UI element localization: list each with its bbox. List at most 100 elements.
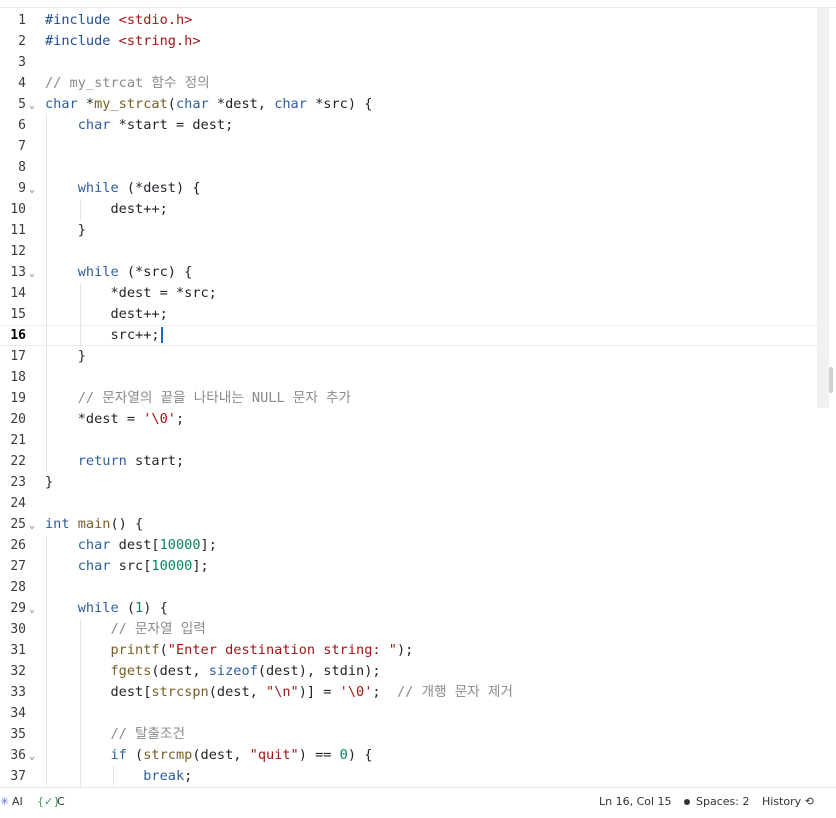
line-number[interactable]: 31 [0,640,26,661]
code-text[interactable]: } [45,220,86,241]
fold-chevron-icon[interactable]: ⌄ [29,95,35,116]
code-text[interactable]: } [45,472,53,493]
code-line[interactable]: 31 printf("Enter destination string: "); [0,640,818,661]
line-number[interactable]: 27 [0,556,26,577]
code-line[interactable]: 17 } [0,346,818,367]
line-number[interactable]: 9 [0,178,26,199]
line-number[interactable]: 17 [0,346,26,367]
code-line[interactable]: 18 [0,367,818,388]
line-number[interactable]: 6 [0,115,26,136]
code-line[interactable]: 1 #include <stdio.h> [0,10,818,31]
code-line[interactable]: 27 char src[10000]; [0,556,818,577]
line-number[interactable]: 15 [0,304,26,325]
code-line[interactable]: 19 // 문자열의 끝을 나타내는 NULL 문자 추가 [0,388,818,409]
fold-chevron-icon[interactable]: ⌄ [29,263,35,284]
code-lines[interactable]: 1 #include <stdio.h> 2 #include <string.h> 3… [0,10,818,787]
code-line[interactable]: 16 src++; [0,325,818,346]
code-line[interactable]: 9 ⌄ while (*dest) { [0,178,818,199]
code-line[interactable]: 10 dest++; [0,199,818,220]
code-text[interactable]: *dest = *src; [45,283,216,304]
code-text[interactable]: // 문자열 입력 [45,619,205,640]
line-number[interactable]: 3 [0,52,26,73]
line-number[interactable]: 18 [0,367,26,388]
code-line[interactable]: 15 dest++; [0,304,818,325]
line-number[interactable]: 10 [0,199,26,220]
code-text[interactable]: // 탈출조건 [45,724,185,745]
code-line[interactable]: 30 // 문자열 입력 [0,619,818,640]
code-line[interactable]: 28 [0,577,818,598]
line-number[interactable]: 34 [0,703,26,724]
fold-chevron-icon[interactable]: ⌄ [29,515,35,536]
line-number[interactable]: 36 [0,745,26,766]
code-text[interactable]: break; [45,766,192,787]
line-number[interactable]: 2 [0,31,26,52]
code-line[interactable]: 34 [0,703,818,724]
code-line[interactable]: 20 *dest = '\0'; [0,409,818,430]
code-line[interactable]: 7 [0,136,818,157]
code-text[interactable]: src++; [45,325,163,346]
fold-chevron-icon[interactable]: ⌄ [29,746,35,767]
code-text[interactable]: printf("Enter destination string: "); [45,640,413,661]
code-line[interactable]: 37 break; [0,766,818,787]
line-number[interactable]: 30 [0,619,26,640]
line-number[interactable]: 4 [0,73,26,94]
code-text[interactable]: char *my_strcat(char *dest, char *src) { [45,94,372,115]
line-number[interactable]: 5 [0,94,26,115]
code-text[interactable]: int main() { [45,514,143,535]
code-line[interactable]: 14 *dest = *src; [0,283,818,304]
code-line[interactable]: 24 [0,493,818,514]
line-number[interactable]: 12 [0,241,26,262]
line-number[interactable]: 14 [0,283,26,304]
code-line[interactable]: 11 } [0,220,818,241]
code-line[interactable]: 12 [0,241,818,262]
code-line[interactable]: 22 return start; [0,451,818,472]
code-text[interactable]: #include <stdio.h> [45,10,192,31]
line-number[interactable]: 22 [0,451,26,472]
code-line[interactable]: 25 ⌄ int main() { [0,514,818,535]
line-number[interactable]: 11 [0,220,26,241]
line-number[interactable]: 21 [0,430,26,451]
fold-chevron-icon[interactable]: ⌄ [29,179,35,200]
line-number[interactable]: 8 [0,157,26,178]
language-mode[interactable]: C [57,788,65,818]
line-number[interactable]: 32 [0,661,26,682]
code-line[interactable]: 32 fgets(dest, sizeof(dest), stdin); [0,661,818,682]
code-text[interactable]: // 문자열의 끝을 나타내는 NULL 문자 추가 [45,388,351,409]
line-number[interactable]: 13 [0,262,26,283]
line-number[interactable]: 29 [0,598,26,619]
line-number[interactable]: 20 [0,409,26,430]
code-text[interactable]: if (strcmp(dest, "quit") == 0) { [45,745,372,766]
code-text[interactable]: dest[strcspn(dest, "\n")] = '\0'; // 개행 … [45,682,512,703]
code-line[interactable]: 2 #include <string.h> [0,31,818,52]
history-button[interactable]: History ⟲ [762,788,814,818]
line-number[interactable]: 28 [0,577,26,598]
code-line[interactable]: 3 [0,52,818,73]
line-number[interactable]: 37 [0,766,26,787]
line-number[interactable]: 1 [0,10,26,31]
line-number[interactable]: 19 [0,388,26,409]
code-line[interactable]: 33 dest[strcspn(dest, "\n")] = '\0'; // … [0,682,818,703]
line-number[interactable]: 7 [0,136,26,157]
code-text[interactable]: #include <string.h> [45,31,201,52]
code-line[interactable]: 13 ⌄ while (*src) { [0,262,818,283]
code-line[interactable]: 36 ⌄ if (strcmp(dest, "quit") == 0) { [0,745,818,766]
code-line[interactable]: 35 // 탈출조건 [0,724,818,745]
line-number[interactable]: 23 [0,472,26,493]
code-text[interactable]: // my_strcat 함수 정의 [45,73,210,94]
ai-assistant-label[interactable]: AI [12,788,23,818]
code-text[interactable]: dest++; [45,304,167,325]
code-line[interactable]: 23} [0,472,818,493]
vertical-scrollbar-track[interactable] [817,8,829,408]
code-text[interactable]: fgets(dest, sizeof(dest), stdin); [45,661,380,682]
code-text[interactable]: char dest[10000]; [45,535,217,556]
code-line[interactable]: 29 ⌄ while (1) { [0,598,818,619]
code-text[interactable]: while (1) { [45,598,168,619]
code-line[interactable]: 5 ⌄ char *my_strcat(char *dest, char *src)… [0,94,818,115]
code-line[interactable]: 4 // my_strcat 함수 정의 [0,73,818,94]
sparkle-icon[interactable]: ✳ [0,788,9,818]
code-text[interactable]: while (*src) { [45,262,193,283]
code-line[interactable]: 8 [0,157,818,178]
code-text[interactable]: dest++; [45,199,167,220]
indentation-setting[interactable]: Spaces: 2 [684,788,749,818]
code-text[interactable]: char *start = dest; [45,115,234,136]
